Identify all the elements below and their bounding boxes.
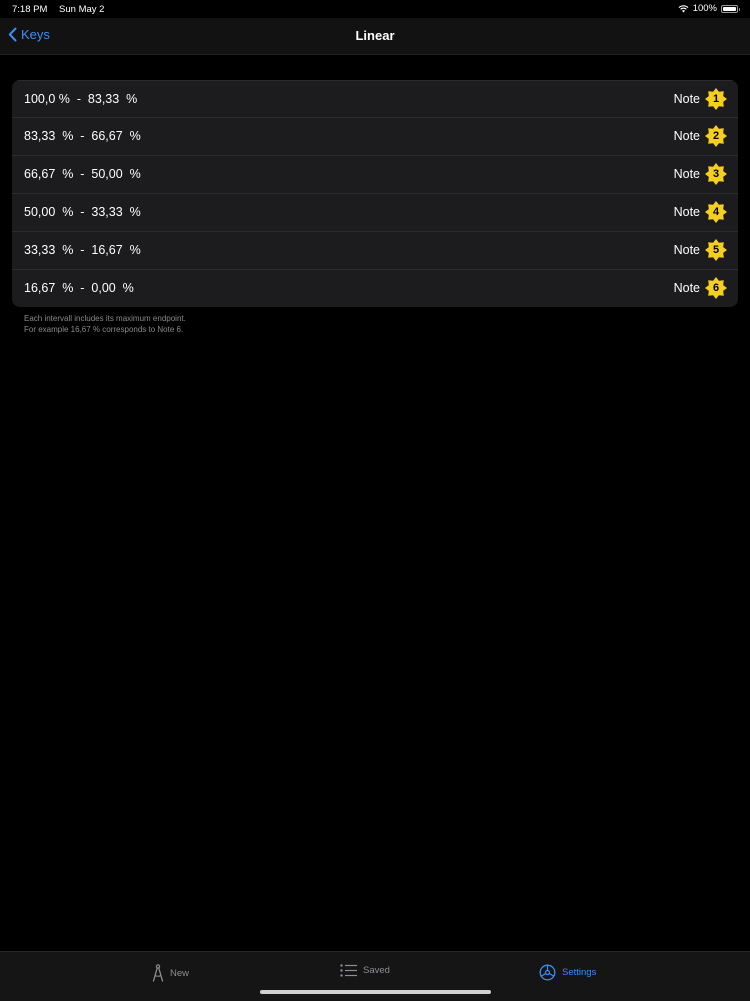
interval-row[interactable]: 66,67 % - 50,00 % Note 3 (12, 155, 738, 193)
note-label: Note (673, 129, 700, 143)
note-number-badge: 2 (705, 125, 727, 147)
note-label: Note (673, 92, 700, 106)
tab-settings-label: Settings (562, 967, 597, 978)
note-number: 5 (712, 244, 720, 256)
navigation-bar: Keys Linear (0, 18, 750, 55)
note-number: 4 (712, 206, 720, 218)
note-number-badge: 5 (705, 239, 727, 261)
interval-range: 83,33 % - 66,67 % (24, 129, 141, 143)
interval-row[interactable]: 83,33 % - 66,67 % Note 2 (12, 117, 738, 155)
status-date: Sun May 2 (59, 4, 105, 15)
interval-row[interactable]: 16,67 % - 0,00 % Note 6 (12, 269, 738, 307)
note-number-badge: 1 (705, 88, 727, 110)
note-number: 2 (712, 130, 720, 142)
tab-saved-label: Saved (363, 965, 390, 976)
tab-new-label: New (170, 967, 190, 979)
note-label: Note (673, 205, 700, 219)
footnote-line: For example 16,67 % corresponds to Note … (24, 325, 184, 334)
tab-saved[interactable]: Saved (340, 964, 390, 977)
interval-range: 66,67 % - 50,00 % (24, 167, 141, 181)
list-icon (340, 964, 357, 977)
note-number-badge: 6 (705, 277, 727, 299)
battery-icon (721, 4, 740, 13)
status-right: 100% (678, 3, 740, 14)
footnote: Each intervall includes its maximum endp… (24, 313, 186, 335)
gear-icon (539, 964, 556, 981)
note-number: 1 (712, 93, 720, 105)
status-time: 7:18 PM (12, 4, 48, 15)
note-label: Note (673, 243, 700, 257)
compass-icon (152, 964, 164, 982)
tab-settings[interactable]: Settings (539, 964, 596, 981)
home-indicator (260, 990, 491, 994)
status-left: 7:18 PM Sun May 2 (12, 4, 113, 15)
footnote-line: Each intervall includes its maximum endp… (24, 314, 186, 323)
wifi-icon (678, 4, 689, 13)
interval-list: 100,0 % - 83,33 % Note 1 83,33 % - 66,67… (12, 80, 738, 307)
interval-range: 33,33 % - 16,67 % (24, 243, 141, 257)
note-number: 3 (712, 168, 720, 180)
note-number-badge: 4 (705, 201, 727, 223)
interval-row[interactable]: 50,00 % - 33,33 % Note 4 (12, 193, 738, 231)
note-label: Note (673, 281, 700, 295)
interval-range: 16,67 % - 0,00 % (24, 281, 134, 295)
status-bar: 7:18 PM Sun May 2 100% (0, 0, 750, 18)
page-title: Linear (355, 28, 395, 43)
interval-row[interactable]: 100,0 % - 83,33 % Note 1 (12, 80, 738, 117)
note-label: Note (673, 167, 700, 181)
note-number: 6 (712, 282, 720, 294)
battery-percent: 100% (692, 3, 717, 14)
interval-row[interactable]: 33,33 % - 16,67 % Note 5 (12, 231, 738, 269)
tab-new[interactable]: New (152, 964, 189, 982)
interval-range: 100,0 % - 83,33 % (24, 92, 138, 106)
interval-range: 50,00 % - 33,33 % (24, 205, 141, 219)
note-number-badge: 3 (705, 163, 727, 185)
